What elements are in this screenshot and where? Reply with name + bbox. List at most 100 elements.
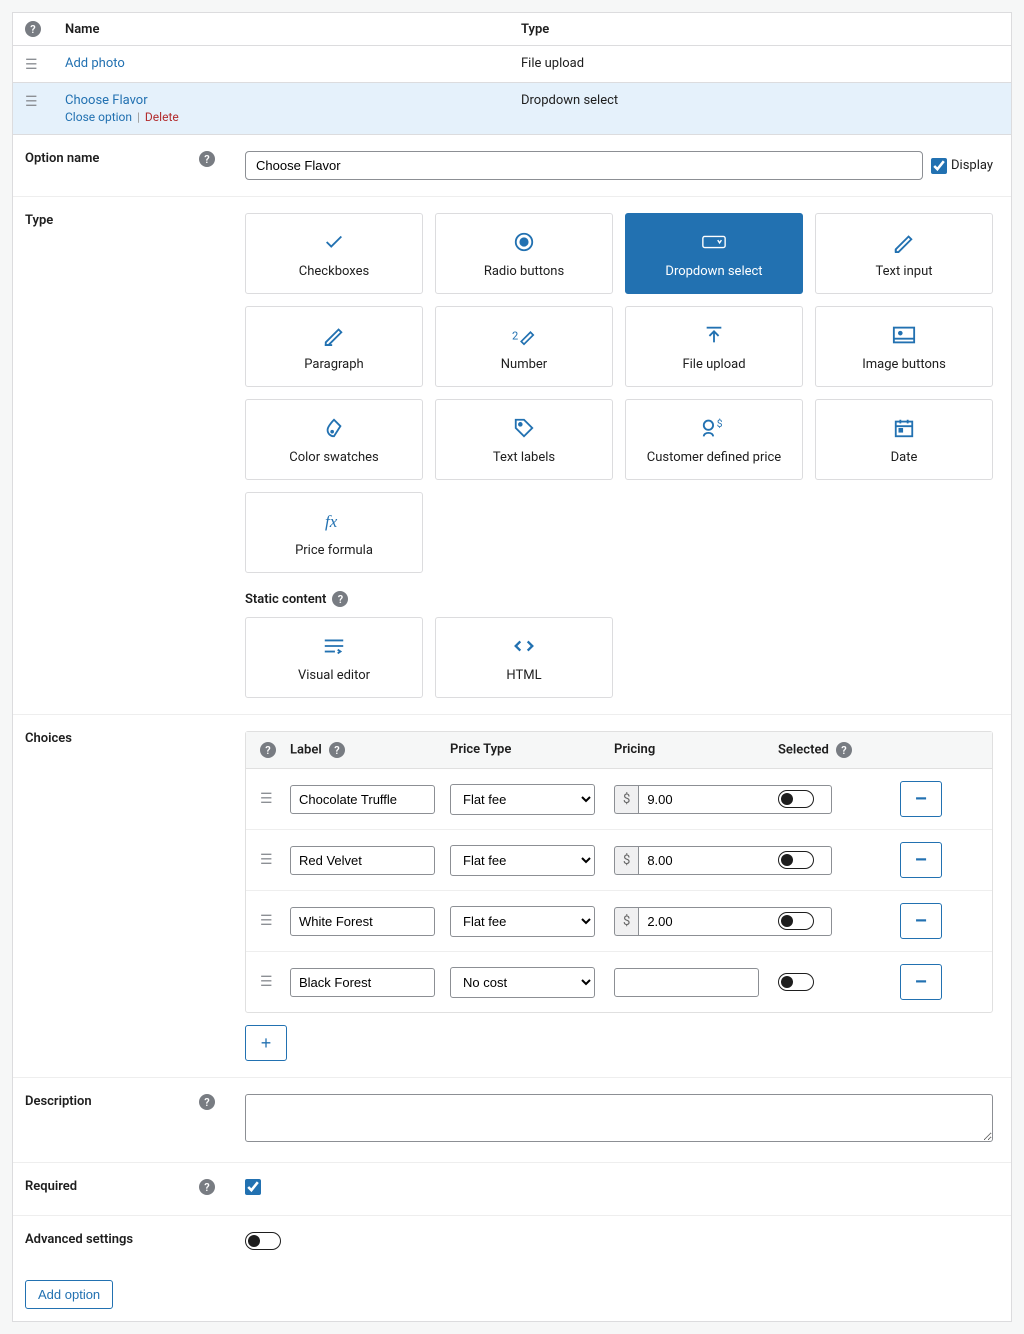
drag-icon[interactable]: ☰ <box>25 95 38 109</box>
text-labels-icon <box>442 414 606 442</box>
options-header: ? Name Type <box>13 13 1011 46</box>
type-card-label: Radio buttons <box>442 264 606 279</box>
choice-label-input[interactable] <box>290 907 435 936</box>
type-card-text-input[interactable]: Text input <box>815 213 993 294</box>
advanced-toggle[interactable] <box>245 1232 281 1250</box>
add-option-button[interactable]: Add option <box>25 1280 113 1309</box>
static-content-label: Static content <box>245 592 326 607</box>
choice-selected-toggle[interactable] <box>778 912 814 930</box>
type-card-dropdown-select[interactable]: Dropdown select <box>625 213 803 294</box>
visual-editor-icon <box>252 632 416 660</box>
add-choice-button[interactable]: + <box>245 1025 287 1061</box>
advanced-label: Advanced settings <box>25 1232 133 1247</box>
option-type-text: File upload <box>521 56 999 71</box>
radio-buttons-icon <box>442 228 606 256</box>
choices-selected-header: Selected <box>778 743 829 758</box>
choice-label-input[interactable] <box>290 968 435 997</box>
type-card-label: Dropdown select <box>632 264 796 279</box>
choices-pricing-header: Pricing <box>614 742 778 758</box>
choice-selected-toggle[interactable] <box>778 851 814 869</box>
color-swatches-icon <box>252 414 416 442</box>
choice-row: ☰ Flat fee $ − <box>246 769 992 830</box>
drag-icon[interactable]: ☰ <box>260 791 273 807</box>
type-card-image-buttons[interactable]: Image buttons <box>815 306 993 387</box>
type-label: Type <box>25 213 53 228</box>
help-icon[interactable]: ? <box>199 151 215 167</box>
currency-prefix: $ <box>614 907 638 936</box>
choice-pricetype-select[interactable]: No cost <box>450 967 595 998</box>
static-type-card-html[interactable]: HTML <box>435 617 613 698</box>
option-row[interactable]: ☰ Add photo File upload <box>13 46 1011 83</box>
type-card-file-upload[interactable]: File upload <box>625 306 803 387</box>
static-type-card-visual-editor[interactable]: Visual editor <box>245 617 423 698</box>
currency-prefix: $ <box>614 785 638 814</box>
type-card-label: Number <box>442 357 606 372</box>
type-card-number[interactable]: 2 Number <box>435 306 613 387</box>
type-card-label: Paragraph <box>252 357 416 372</box>
number-icon: 2 <box>442 321 606 349</box>
type-card-checkboxes[interactable]: Checkboxes <box>245 213 423 294</box>
choice-label-input[interactable] <box>290 785 435 814</box>
option-name-input[interactable] <box>245 151 923 180</box>
type-card-label: Text input <box>822 264 986 279</box>
date-icon <box>822 414 986 442</box>
header-name: Name <box>65 22 521 37</box>
choices-table: ? Label ? Price Type Pricing Selected ? … <box>245 731 993 1013</box>
help-icon[interactable]: ? <box>329 742 345 758</box>
text-input-icon <box>822 228 986 256</box>
help-icon[interactable]: ? <box>199 1094 215 1110</box>
choice-pricetype-select[interactable]: Flat fee <box>450 784 595 815</box>
drag-icon[interactable]: ☰ <box>260 974 273 990</box>
currency-prefix: $ <box>614 846 638 875</box>
drag-icon[interactable]: ☰ <box>260 913 273 929</box>
choice-pricetype-select[interactable]: Flat fee <box>450 845 595 876</box>
remove-choice-button[interactable]: − <box>900 842 942 878</box>
choice-selected-toggle[interactable] <box>778 973 814 991</box>
help-icon[interactable]: ? <box>836 742 852 758</box>
type-card-label: File upload <box>632 357 796 372</box>
option-name-link[interactable]: Choose Flavor <box>65 93 148 108</box>
drag-icon[interactable]: ☰ <box>25 58 38 72</box>
description-textarea[interactable] <box>245 1094 993 1142</box>
type-card-price-formula[interactable]: fxPrice formula <box>245 492 423 573</box>
type-card-label: Date <box>822 450 986 465</box>
type-card-label: Image buttons <box>822 357 986 372</box>
type-card-date[interactable]: Date <box>815 399 993 480</box>
choice-pricetype-select[interactable]: Flat fee <box>450 906 595 937</box>
type-card-color-swatches[interactable]: Color swatches <box>245 399 423 480</box>
svg-text:$: $ <box>717 417 723 430</box>
options-panel: ? Name Type ☰ Add photo File upload ☰ Ch… <box>12 12 1012 1322</box>
close-option-link[interactable]: Close option <box>65 110 132 124</box>
display-checkbox-wrap[interactable]: Display <box>931 158 993 174</box>
choice-label-input[interactable] <box>290 846 435 875</box>
type-card-label: Color swatches <box>252 450 416 465</box>
choice-price-input[interactable] <box>614 968 759 997</box>
drag-icon[interactable]: ☰ <box>260 852 273 868</box>
paragraph-icon <box>252 321 416 349</box>
type-card-radio-buttons[interactable]: Radio buttons <box>435 213 613 294</box>
remove-choice-button[interactable]: − <box>900 781 942 817</box>
choice-row: ☰ Flat fee $ − <box>246 891 992 952</box>
type-card-paragraph[interactable]: Paragraph <box>245 306 423 387</box>
display-checkbox[interactable] <box>931 158 947 174</box>
type-card-label: Checkboxes <box>252 264 416 279</box>
help-icon[interactable]: ? <box>332 591 348 607</box>
header-type: Type <box>521 22 999 37</box>
option-type-text: Dropdown select <box>521 93 999 108</box>
option-name-link[interactable]: Add photo <box>65 56 125 71</box>
type-card-text-labels[interactable]: Text labels <box>435 399 613 480</box>
html-icon <box>442 632 606 660</box>
type-card-customer-defined-price[interactable]: $Customer defined price <box>625 399 803 480</box>
remove-choice-button[interactable]: − <box>900 903 942 939</box>
remove-choice-button[interactable]: − <box>900 964 942 1000</box>
help-icon[interactable]: ? <box>199 1179 215 1195</box>
delete-option-link[interactable]: Delete <box>145 110 179 124</box>
option-row-selected[interactable]: ☰ Choose Flavor Close option | Delete Dr… <box>13 83 1011 135</box>
help-icon[interactable]: ? <box>260 742 276 758</box>
price-formula-icon: fx <box>252 507 416 535</box>
choices-label-header: Label <box>290 743 322 758</box>
required-checkbox[interactable] <box>245 1179 261 1195</box>
choice-selected-toggle[interactable] <box>778 790 814 808</box>
choice-row: ☰ Flat fee $ − <box>246 830 992 891</box>
help-icon[interactable]: ? <box>25 21 41 37</box>
